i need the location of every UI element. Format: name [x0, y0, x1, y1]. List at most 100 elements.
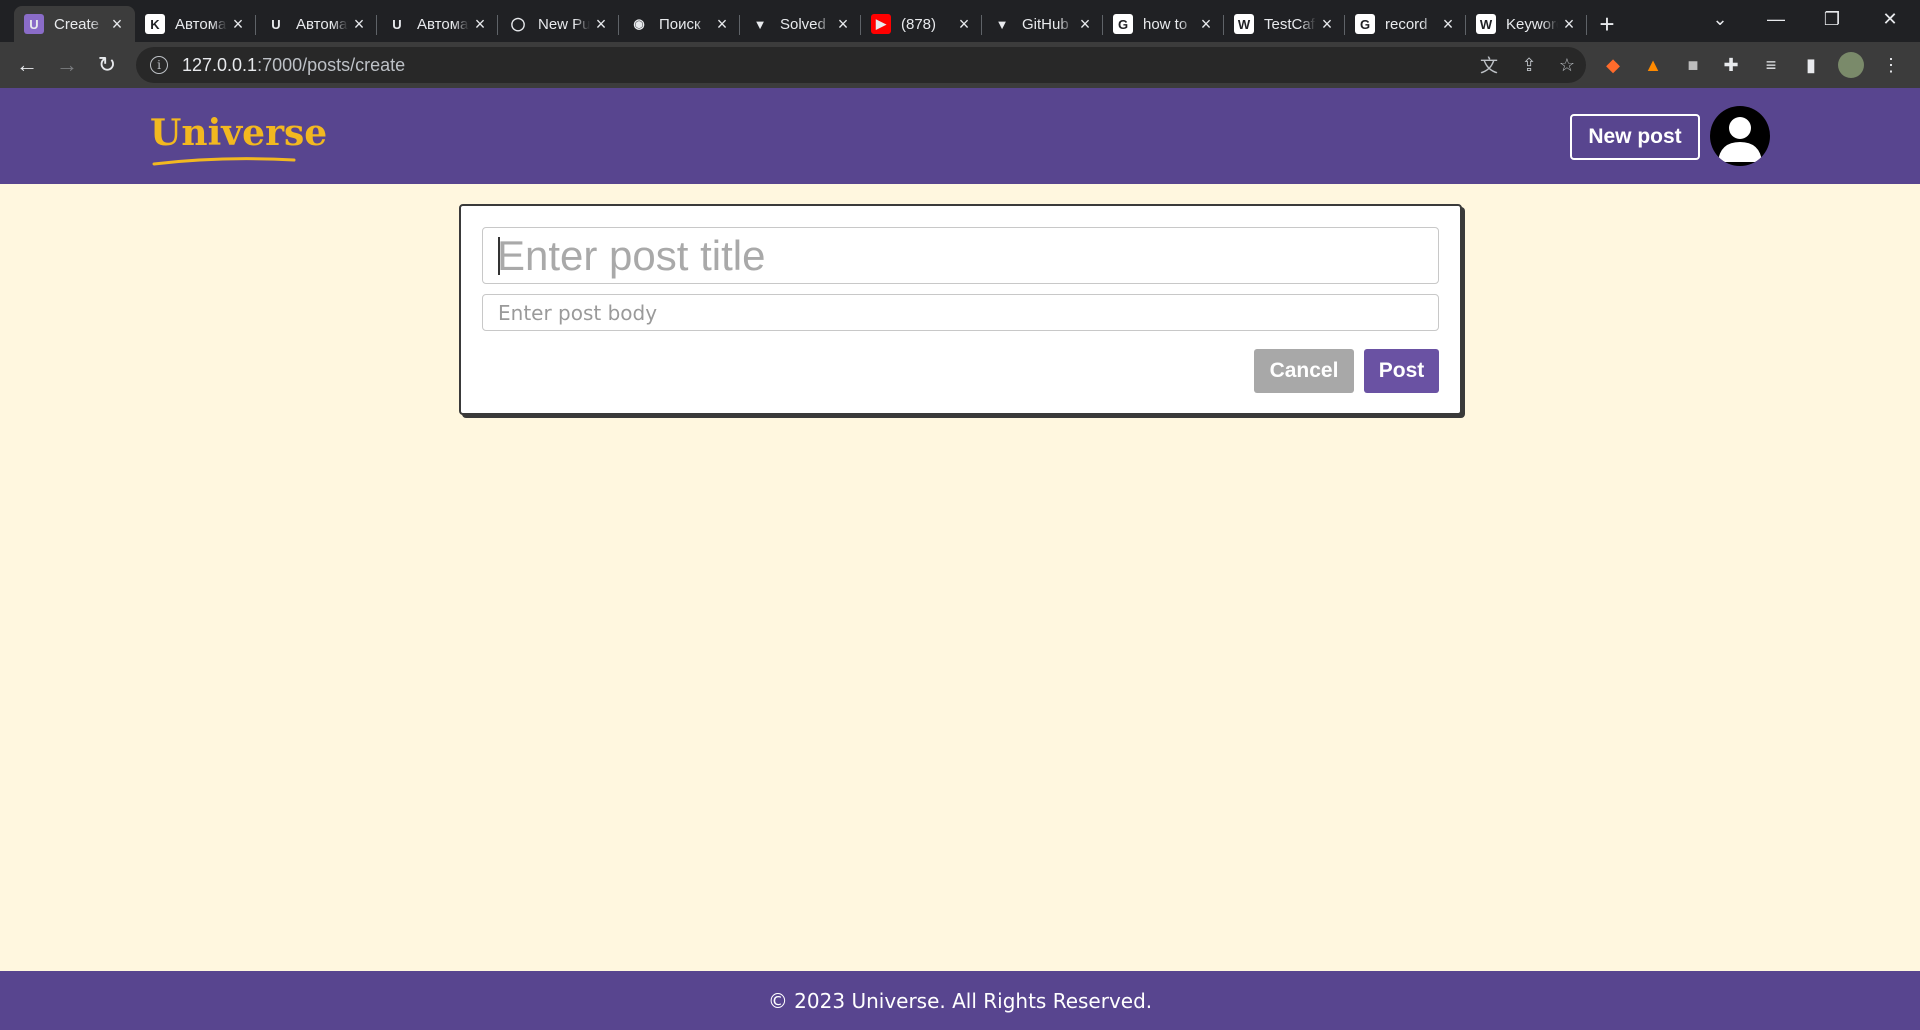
tab-favicon-icon: U	[387, 14, 407, 34]
tab-close-icon[interactable]: ×	[109, 14, 125, 35]
tab-close-icon[interactable]: ×	[593, 14, 609, 35]
footer: © 2023 Universe. All Rights Reserved.	[0, 971, 1920, 1030]
arrow-right-icon: →	[56, 52, 78, 77]
tab-title: Автоматизация	[417, 15, 469, 33]
tab-title: Автоматизация	[296, 15, 348, 33]
address-bar[interactable]: i 127.0.0.1:7000/posts/create 文 ⇪ ☆	[136, 47, 1586, 83]
tab-title: (878)	[901, 15, 937, 33]
post-button[interactable]: Post	[1364, 349, 1439, 393]
close-icon: ✕	[1882, 8, 1898, 29]
plus-icon: +	[1599, 8, 1615, 39]
tab-close-icon[interactable]: ×	[1440, 14, 1456, 35]
tab-close-icon[interactable]: ×	[1319, 14, 1335, 35]
post-title-input[interactable]	[482, 227, 1439, 284]
tab-favicon-icon: U	[266, 14, 286, 34]
share-icon[interactable]: ⇪	[1518, 54, 1540, 76]
tab-favicon-icon: ▼	[992, 14, 1012, 34]
browser-tab[interactable]: ◉ Поиск ×	[619, 6, 740, 42]
back-button[interactable]: ←	[7, 45, 47, 85]
browser-tab[interactable]: U Create ×	[14, 6, 135, 42]
tab-close-icon[interactable]: ×	[1077, 14, 1093, 35]
side-panel-icon[interactable]: ▮	[1798, 52, 1824, 78]
reading-list-icon[interactable]: ≡	[1758, 52, 1784, 78]
user-avatar[interactable]	[1710, 106, 1770, 166]
extension-b-icon[interactable]: ■	[1680, 52, 1706, 78]
browser-toolbar: ← → ↻ i 127.0.0.1:7000/posts/create 文 ⇪ …	[0, 42, 1920, 88]
site-info-icon[interactable]: i	[150, 56, 168, 74]
url-text: 127.0.0.1:7000/posts/create	[182, 55, 405, 76]
tab-favicon-icon: W	[1476, 14, 1496, 34]
restore-button[interactable]: ❐	[1804, 0, 1860, 38]
tab-close-icon[interactable]: ×	[714, 14, 730, 35]
post-body-input[interactable]	[482, 294, 1439, 331]
tab-title: Автоматизация	[175, 15, 227, 33]
tab-title: how to	[1143, 15, 1188, 33]
logo[interactable]: Universe	[150, 112, 327, 154]
tab-close-icon[interactable]: ×	[1198, 14, 1214, 35]
brave-shield-icon[interactable]: ◆	[1600, 52, 1626, 78]
cancel-button[interactable]: Cancel	[1254, 349, 1354, 393]
new-post-button[interactable]: New post	[1570, 114, 1700, 160]
tab-separator	[1586, 15, 1587, 35]
create-post-card: Cancel Post	[459, 204, 1462, 415]
tab-close-icon[interactable]: ×	[472, 14, 488, 35]
menu-kebab-icon[interactable]: ⋮	[1878, 52, 1904, 78]
tab-favicon-icon: ▼	[750, 14, 770, 34]
minimize-icon: —	[1767, 8, 1785, 29]
browser-tab[interactable]: U Автоматизация×	[256, 6, 377, 42]
browser-tab[interactable]: Grecord ×	[1345, 6, 1466, 42]
browser-tab[interactable]: ▼ GitHub ×	[982, 6, 1103, 42]
user-icon	[1718, 117, 1762, 162]
tab-title: record	[1385, 15, 1428, 33]
arrow-left-icon: ←	[16, 52, 38, 77]
extension-a-icon[interactable]: ▲	[1640, 52, 1666, 78]
browser-tab[interactable]: ▼ Solved ×	[740, 6, 861, 42]
browser-tab[interactable]: K Автоматизация×	[135, 6, 256, 42]
copyright-text: © 2023 Universe. All Rights Reserved.	[767, 988, 1153, 1013]
tab-favicon-icon: G	[1113, 14, 1133, 34]
url-host: 127.0.0.1	[182, 54, 258, 75]
tab-title: GitHub	[1022, 15, 1069, 33]
browser-tab[interactable]: W Keywords×	[1466, 6, 1587, 42]
browser-tab[interactable]: W TestCafe×	[1224, 6, 1345, 42]
tab-favicon-icon: K	[145, 14, 165, 34]
tab-title: New Pull Request	[538, 15, 590, 33]
extensions-puzzle-icon[interactable]: ✚	[1718, 52, 1744, 78]
profile-avatar-icon[interactable]	[1838, 52, 1864, 78]
tab-title: Solved	[780, 15, 826, 33]
bookmark-star-icon[interactable]: ☆	[1556, 54, 1578, 76]
text-caret	[498, 237, 500, 275]
tab-search-button[interactable]: ⌄	[1692, 0, 1748, 38]
tab-close-icon[interactable]: ×	[351, 14, 367, 35]
tab-favicon-icon: U	[24, 14, 44, 34]
tab-title: Create	[54, 15, 100, 33]
chevron-down-icon: ⌄	[1712, 8, 1728, 29]
restore-icon: ❐	[1823, 8, 1841, 29]
tab-list: UCreate×KАвтоматизация×UАвтоматизация×UА…	[0, 6, 1587, 42]
close-window-button[interactable]: ✕	[1862, 0, 1918, 38]
tab-close-icon[interactable]: ×	[1561, 14, 1577, 35]
tab-close-icon[interactable]: ×	[956, 14, 972, 35]
tab-favicon-icon: W	[1234, 14, 1254, 34]
tab-title: Поиск	[659, 15, 701, 33]
browser-tab[interactable]: Ghow to ×	[1103, 6, 1224, 42]
tab-close-icon[interactable]: ×	[835, 14, 851, 35]
reload-button[interactable]: ↻	[87, 45, 127, 85]
browser-tab-strip: UCreate×KАвтоматизация×UАвтоматизация×UА…	[0, 0, 1920, 42]
logo-swoosh	[152, 157, 296, 166]
forward-button[interactable]: →	[47, 45, 87, 85]
translate-icon[interactable]: 文	[1478, 54, 1500, 76]
tab-favicon-icon: G	[1355, 14, 1375, 34]
browser-tab[interactable]: ▶ (878) ×	[861, 6, 982, 42]
tab-favicon-icon: ◯	[508, 14, 528, 34]
tab-close-icon[interactable]: ×	[230, 14, 246, 35]
browser-tab[interactable]: ◯ New Pull Request×	[498, 6, 619, 42]
url-path: :7000/posts/create	[257, 54, 406, 75]
app-header: Universe New post	[0, 88, 1920, 184]
new-tab-button[interactable]: +	[1587, 6, 1627, 42]
minimize-button[interactable]: —	[1748, 0, 1804, 38]
tab-title: TestCafe	[1264, 15, 1316, 33]
tab-title: Keywords	[1506, 15, 1558, 33]
reload-icon: ↻	[97, 52, 117, 77]
browser-tab[interactable]: U Автоматизация×	[377, 6, 498, 42]
